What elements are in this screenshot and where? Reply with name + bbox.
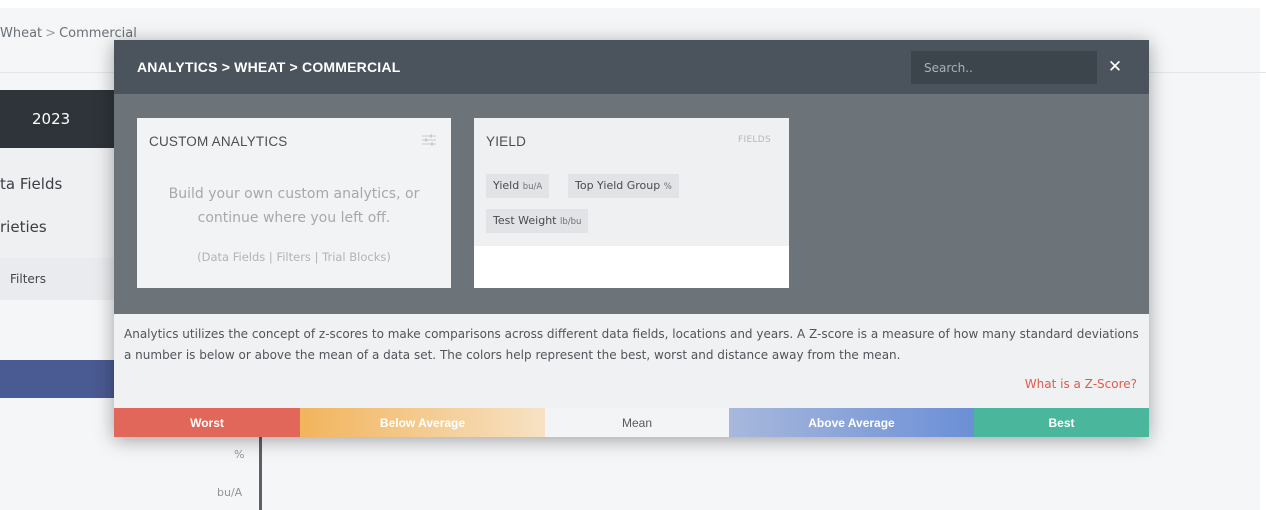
modal-header: ANALYTICS > WHEAT > COMMERCIAL ✕ [114,40,1149,94]
card-header: YIELD FIELDS [474,118,789,162]
legend-best: Best [974,408,1149,437]
year-selector[interactable]: 2023 [0,90,114,148]
field-chip-test-weight[interactable]: Test Weight lb/bu [486,209,589,233]
zscore-color-legend: Worst Below Average Mean Above Average B… [114,408,1149,437]
custom-analytics-links: (Data Fields | Filters | Trial Blocks) [137,250,451,264]
top-strip [0,0,1266,8]
chip-label: Test Weight [493,214,557,227]
trial-blocks-link[interactable]: Trial Blocks [322,250,386,264]
what-is-zscore-link[interactable]: What is a Z-Score? [1025,377,1137,391]
legend-above-average: Above Average [729,408,974,437]
sidebar-action-bar[interactable] [0,360,114,398]
right-strip [1260,0,1266,510]
paren-close: ) [386,250,391,264]
fields-tag: FIELDS [738,135,771,145]
breadcrumb-item[interactable]: Wheat [0,26,42,41]
card-title: YIELD [486,134,527,149]
chip-unit: bu/A [522,182,543,192]
legend-mean: Mean [545,408,729,437]
custom-analytics-description: Build your own custom analytics, or cont… [137,182,451,230]
card-title: CUSTOM ANALYTICS [149,134,288,149]
field-chip-top-yield-group[interactable]: Top Yield Group % [568,174,679,198]
close-icon[interactable]: ✕ [1104,56,1126,78]
legend-worst: Worst [114,408,300,437]
description-line: continue where you left off. [197,210,391,226]
modal-title: ANALYTICS > WHEAT > COMMERCIAL [137,59,401,75]
search-input[interactable] [911,51,1097,84]
legend-below-average: Below Average [300,408,545,437]
sidebar-nav: ta Fields rieties [0,148,114,258]
yield-fields-list: Yield bu/A Top Yield Group % Test Weight… [474,162,789,246]
filters-link[interactable]: Filters [276,250,310,264]
axis-unit-label: % [234,448,245,461]
link-separator: | [310,250,323,264]
sidebar-item-varieties[interactable]: rieties [0,218,47,236]
filters-button[interactable]: Filters [0,258,114,300]
analytics-modal: ANALYTICS > WHEAT > COMMERCIAL ✕ CUSTOM … [114,40,1149,437]
custom-analytics-card[interactable]: CUSTOM ANALYTICS Build your own custom a… [137,118,451,288]
link-separator: | [265,250,277,264]
sliders-icon[interactable] [421,133,437,147]
chip-label: Top Yield Group [575,179,661,192]
zscore-info-panel: Analytics utilizes the concept of z-scor… [114,314,1149,408]
data-fields-link[interactable]: Data Fields [202,250,266,264]
zscore-explanation: Analytics utilizes the concept of z-scor… [124,327,1139,362]
background-breadcrumb: Wheat > Commercial [0,26,137,41]
field-chip-yield[interactable]: Yield bu/A [486,174,550,198]
card-header: CUSTOM ANALYTICS [137,118,451,162]
chip-unit: % [663,182,672,192]
axis-unit-label: bu/A [217,486,243,499]
breadcrumb-separator: > [45,26,57,41]
chart-axis-line [259,436,262,510]
chip-label: Yield [493,179,520,192]
description-line: Build your own custom analytics, or [168,186,420,202]
yield-card: YIELD FIELDS Yield bu/A Top Yield Group … [474,118,789,288]
chip-unit: lb/bu [559,217,582,227]
sidebar-item-data-fields[interactable]: ta Fields [0,175,62,193]
breadcrumb-item[interactable]: Commercial [59,26,137,41]
